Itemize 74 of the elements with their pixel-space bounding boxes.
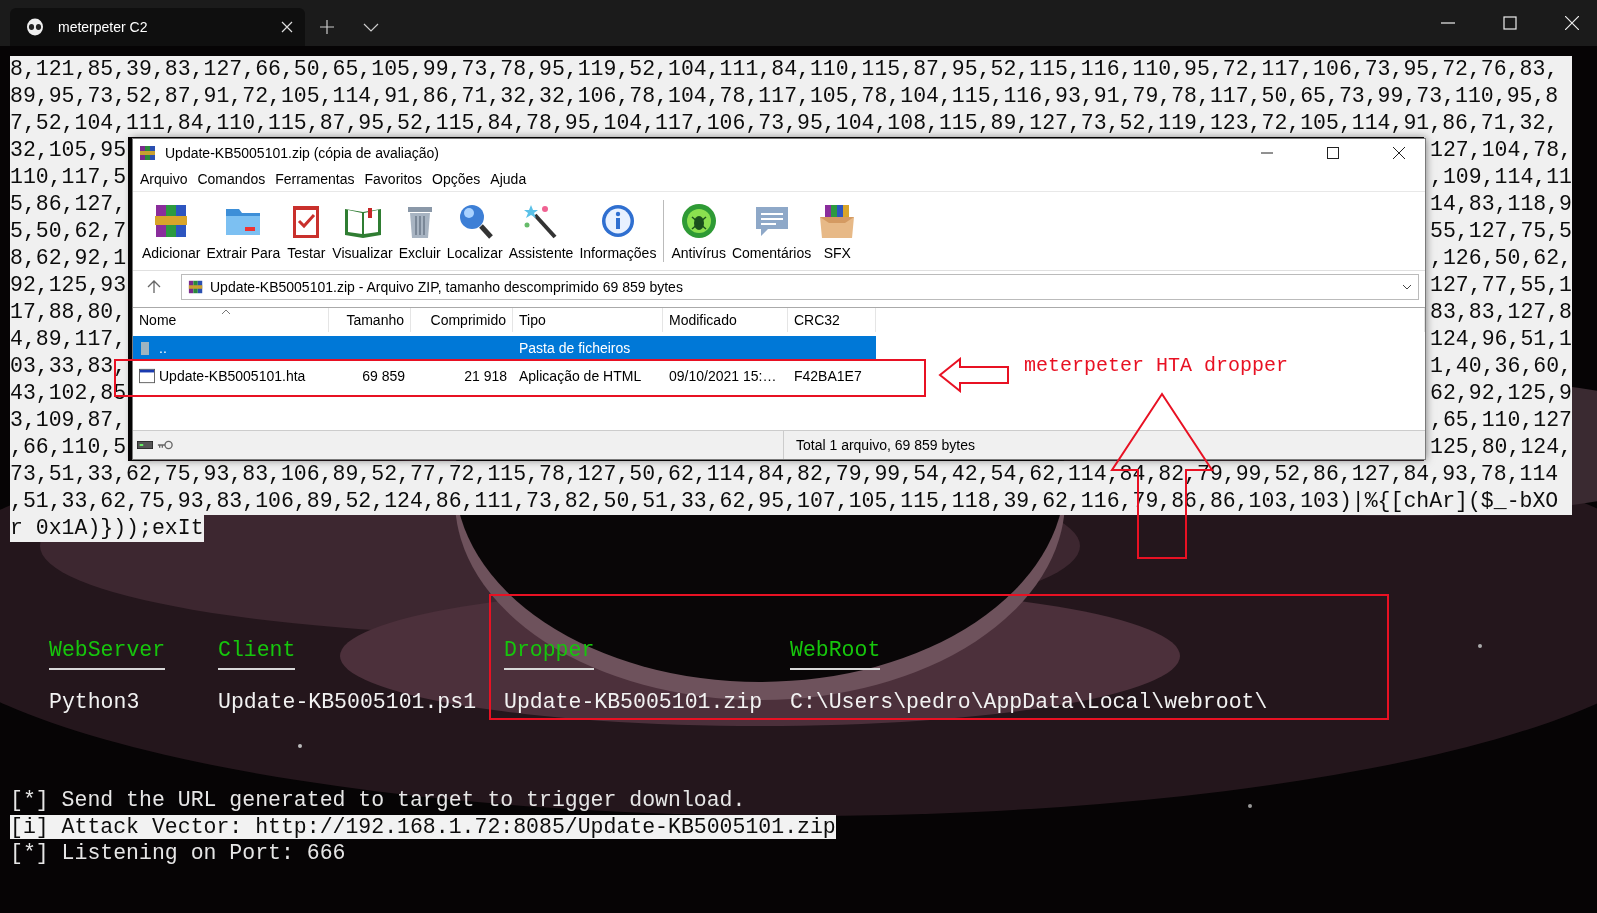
code-fragment: ,126,50,62, (1424, 245, 1572, 272)
toolbar-button[interactable]: Visualizar (329, 201, 396, 261)
toolbar-button[interactable]: Comentários (728, 201, 815, 261)
plus-icon[interactable] (319, 19, 335, 35)
toolbar-button[interactable]: Testar (283, 201, 330, 261)
code-fragment: 127,104,78, (1424, 137, 1572, 164)
sort-caret-icon (221, 309, 231, 315)
code-fragment: 3,109,87, (10, 407, 128, 434)
code-fragment: 5,86,127, (10, 191, 128, 218)
alien-head-icon (26, 18, 44, 36)
file-row[interactable]: .. Pasta de ficheiros (133, 336, 876, 360)
path-field[interactable]: Update-KB5005101.zip - Arquivo ZIP, tamanho descomprimido 69 859 bytes (181, 274, 1419, 300)
code-fragment: 92,125,93 (10, 272, 128, 299)
column-value: Python3 (49, 689, 140, 715)
code-fragment: ,109,114,11 (1424, 164, 1572, 191)
code-fragment: 1,40,36,60, (1424, 353, 1572, 380)
code-fragment: 124,96,51,1 (1424, 326, 1572, 353)
log-line: [*] Listening on Port: 666 (10, 841, 346, 865)
window-title: Update-KB5005101.zip (cópia de avaliação) (165, 145, 439, 161)
code-fragment: 8,62,92,1 (10, 245, 128, 272)
toolbar-button[interactable]: Excluir (395, 201, 444, 261)
log-line: [*] Send the URL generated to target to trigger download. (10, 788, 746, 812)
code-fragment: 4,89,117, (10, 326, 128, 353)
file-row[interactable]: Update-KB5005101.hta 69 859 21 918 Aplicação de HTML 09/10/2021 15:… F42BA1E7 (133, 364, 876, 388)
menu-item[interactable]: Arquivo (137, 171, 195, 187)
column-header[interactable]: Modificado (663, 308, 788, 332)
code-fragment: 14,83,118,9 (1424, 191, 1572, 218)
column-header[interactable]: Nome (133, 308, 329, 332)
column-header[interactable]: CRC32 (788, 308, 876, 332)
window-file-icon (139, 368, 155, 384)
column-heading: WebRoot (790, 638, 881, 670)
toolbar-button[interactable]: Adicionar (139, 201, 204, 261)
menu-item[interactable]: Opções (429, 171, 488, 187)
column-heading: Dropper (504, 638, 595, 670)
column-value: Update-KB5005101.zip (504, 689, 763, 715)
toolbar-button[interactable]: Assistente (505, 201, 577, 261)
code-fragment: 32,105,95 (10, 137, 128, 164)
code-fragment: 55,127,75,5 (1424, 218, 1572, 245)
code-fragment: 127,77,55,1 (1424, 272, 1572, 299)
chevron-down-icon (1402, 282, 1412, 292)
arrow (938, 357, 1010, 393)
books-icon (139, 144, 157, 162)
menu-item[interactable]: Ajuda (487, 171, 534, 187)
toolbar-button[interactable]: Extrair Para (203, 201, 284, 261)
code-fragment: ,65,110,127 (1424, 407, 1572, 434)
code-fragment: 110,117,5 (10, 164, 128, 191)
code-fragment: 83,83,127,8 (1424, 299, 1572, 326)
column-value: Update-KB5005101.ps1 (218, 689, 477, 715)
column-header[interactable]: Tamanho (329, 308, 411, 332)
column-heading: Client (218, 638, 296, 670)
column-header[interactable]: Tipo (513, 308, 663, 332)
column-header[interactable]: Comprimido (411, 308, 513, 332)
toolbar-button[interactable]: SFX (814, 201, 861, 261)
close-icon[interactable] (1393, 147, 1405, 159)
code-fragment: 17,88,80, (10, 299, 128, 326)
menu-item[interactable]: Ferramentas (272, 171, 362, 187)
code-fragment: 125,80,124, (1424, 434, 1572, 461)
annotation-label: meterpeter HTA dropper (1024, 354, 1289, 377)
code-fragment: 5,50,62,7 (10, 218, 128, 245)
status-text: Total 1 arquivo, 69 859 bytes (783, 431, 1425, 459)
column-value: C:\Users\pedro\AppData\Local\webroot\ (790, 689, 1268, 715)
toolbar-button[interactable]: Localizar (443, 201, 506, 261)
menu-item[interactable]: Favoritos (361, 171, 430, 187)
code-fragment: 43,102,85 (10, 380, 128, 407)
column-heading: WebServer (49, 638, 166, 670)
menu-item[interactable]: Comandos (194, 171, 273, 187)
terminal-tab[interactable]: meterpeter C2 (10, 8, 305, 46)
toolbar-button[interactable]: Informações (576, 201, 660, 261)
books-icon (188, 279, 204, 295)
up-arrow-icon[interactable] (147, 280, 161, 294)
toolbar-button[interactable]: Antivírus (668, 201, 729, 261)
code-fragment: 62,92,125,9 (1424, 380, 1572, 407)
maximize-icon[interactable] (1327, 147, 1339, 159)
code-fragment: ,66,110,5 (10, 434, 128, 461)
